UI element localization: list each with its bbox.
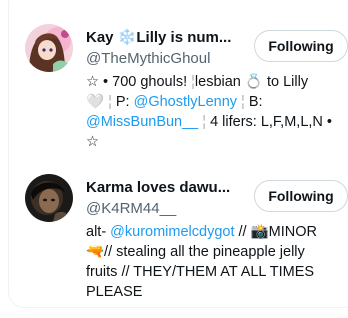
user-handle[interactable]: @TheMythicGhoul: [86, 49, 210, 68]
user-name[interactable]: Karma loves dawu...: [86, 178, 256, 197]
bio-text: alt-: [86, 224, 111, 240]
user-bio: alt- @kuromimelcdygot // 📸MINOR 🔫// stea…: [86, 222, 348, 302]
separator: ¦: [108, 94, 116, 110]
user-bio: ☆ • 700 ghouls! ¦lesbian 💍 to Lilly 🤍 ¦ …: [86, 72, 348, 152]
mention-link[interactable]: @kuromimelcdygot: [110, 224, 234, 240]
avatar[interactable]: [25, 174, 73, 222]
bio-text: 🔫// stealing all the pineapple jelly: [86, 244, 305, 260]
following-button[interactable]: Following: [254, 180, 348, 212]
bio-text: ☆: [86, 134, 99, 150]
avatar[interactable]: [25, 24, 73, 72]
avatar-image: [25, 24, 73, 72]
separator: ¦: [198, 114, 211, 130]
mention-link[interactable]: @MissBunBun__: [86, 114, 198, 130]
bio-text: B:: [248, 94, 263, 110]
separator: ¦: [237, 94, 249, 110]
bio-text: ☆ • 700 ghouls!: [86, 74, 192, 90]
user-handle[interactable]: @K4RM44__: [86, 199, 176, 218]
avatar-image: [25, 174, 73, 222]
bio-text: 🤍: [86, 94, 109, 110]
mention-link[interactable]: @GhostlyLenny: [134, 94, 237, 110]
bio-text: fruits // THEY/THEM AT ALL TIMES: [86, 264, 315, 280]
bio-text: PLEASE: [86, 284, 143, 300]
bio-text: lesbian: [194, 74, 245, 90]
bio-text: P:: [115, 94, 134, 110]
following-button[interactable]: Following: [254, 30, 348, 62]
bio-text: 💍 to Lilly: [244, 74, 309, 90]
user-name[interactable]: Kay ❄️Lilly is num...: [86, 28, 256, 47]
bio-text: // 📸MINOR: [234, 224, 317, 240]
bio-text: 4 lifers: L,F,M,L,N •: [210, 114, 332, 130]
